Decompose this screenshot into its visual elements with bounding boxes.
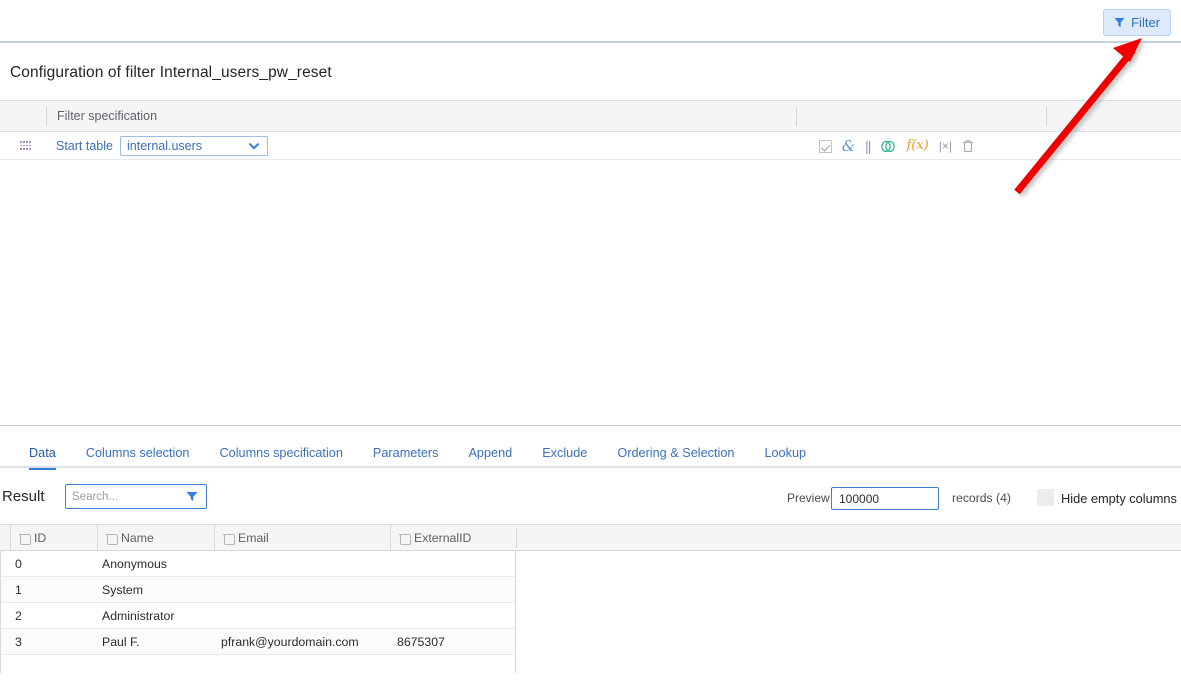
table-footer-spacer bbox=[0, 655, 516, 673]
cell-name: Anonymous bbox=[102, 551, 167, 577]
search-input[interactable]: Search... bbox=[65, 484, 207, 509]
tab-bar: Data Columns selection Columns specifica… bbox=[0, 438, 1181, 468]
header-divider-3 bbox=[1046, 107, 1047, 126]
cell-id: 0 bbox=[15, 551, 22, 577]
funnel-icon bbox=[1114, 17, 1125, 28]
drag-handle-icon[interactable] bbox=[20, 141, 31, 151]
result-grid: ID Name Email ExternalID 0 Anonymous 1 bbox=[0, 524, 1181, 681]
column-header-label: ExternalID bbox=[414, 531, 471, 545]
tab-label: Columns specification bbox=[219, 446, 342, 460]
filter-specification-header: Filter specification bbox=[0, 101, 1181, 132]
table-row[interactable]: 0 Anonymous bbox=[0, 551, 516, 577]
column-header-label: Email bbox=[238, 531, 269, 545]
link-icon[interactable] bbox=[880, 140, 896, 153]
result-title: Result bbox=[2, 488, 45, 505]
tab-label: Ordering & Selection bbox=[617, 446, 734, 460]
tab-lookup[interactable]: Lookup bbox=[749, 438, 821, 468]
table-row[interactable]: 1 System bbox=[0, 577, 516, 603]
trash-icon[interactable] bbox=[107, 533, 116, 544]
search-placeholder: Search... bbox=[72, 491, 118, 503]
cell-externalid: 8675307 bbox=[397, 629, 445, 655]
column-header-email[interactable]: Email bbox=[214, 525, 390, 551]
hide-empty-columns-label: Hide empty columns bbox=[1061, 491, 1177, 506]
tab-columns-selection[interactable]: Columns selection bbox=[71, 438, 205, 468]
preview-value: 100000 bbox=[839, 492, 879, 506]
row-tools: & || f(x) |×| bbox=[819, 132, 974, 160]
cell-id: 3 bbox=[15, 629, 22, 655]
filter-button[interactable]: Filter bbox=[1103, 9, 1171, 36]
trash-icon[interactable] bbox=[20, 533, 29, 544]
tab-data[interactable]: Data bbox=[14, 438, 71, 468]
trash-icon[interactable] bbox=[400, 533, 409, 544]
trash-icon[interactable] bbox=[224, 533, 233, 544]
tab-parameters[interactable]: Parameters bbox=[358, 438, 454, 468]
header-divider-2 bbox=[796, 107, 797, 126]
tab-columns-specification[interactable]: Columns specification bbox=[204, 438, 357, 468]
tab-label: Columns selection bbox=[86, 446, 190, 460]
records-count-label: records (4) bbox=[952, 491, 1011, 505]
tab-label: Exclude bbox=[542, 446, 587, 460]
cell-name: Paul F. bbox=[102, 629, 140, 655]
cell-id: 1 bbox=[15, 577, 22, 603]
table-row[interactable]: 2 Administrator bbox=[0, 603, 516, 629]
filter-specification-header-label: Filter specification bbox=[57, 109, 157, 123]
start-table-select[interactable]: internal.users bbox=[120, 136, 268, 156]
start-table-select-value: internal.users bbox=[127, 139, 202, 153]
filter-configuration-page: Filter Configuration of filter Internal_… bbox=[0, 0, 1181, 681]
start-table-row: Start table internal.users & || f(x) bbox=[0, 132, 1181, 160]
filter-dropdown-icon[interactable] bbox=[185, 489, 199, 503]
preview-label: Preview bbox=[787, 491, 830, 505]
filter-button-label: Filter bbox=[1131, 15, 1160, 30]
cell-email: pfrank@yourdomain.com bbox=[221, 629, 359, 655]
top-toolbar: Filter bbox=[0, 0, 1181, 43]
checkbox-icon[interactable] bbox=[819, 140, 832, 153]
cell-name: System bbox=[102, 577, 143, 603]
cell-name: Administrator bbox=[102, 603, 174, 629]
cell-id: 2 bbox=[15, 603, 22, 629]
delete-icon[interactable] bbox=[962, 139, 974, 153]
result-grid-header: ID Name Email ExternalID bbox=[0, 525, 1181, 551]
column-header-divider-end bbox=[516, 529, 517, 548]
column-header-name[interactable]: Name bbox=[97, 525, 214, 551]
tab-ordering-selection[interactable]: Ordering & Selection bbox=[602, 438, 749, 468]
column-header-externalid[interactable]: ExternalID bbox=[390, 525, 516, 551]
page-title: Configuration of filter Internal_users_p… bbox=[10, 64, 332, 82]
hide-empty-columns-checkbox[interactable] bbox=[1037, 489, 1054, 506]
column-header-id[interactable]: ID bbox=[10, 525, 97, 551]
tab-label: Lookup bbox=[764, 446, 806, 460]
table-row[interactable]: 3 Paul F. pfrank@yourdomain.com 8675307 bbox=[0, 629, 516, 655]
tab-label: Parameters bbox=[373, 446, 439, 460]
header-divider-1 bbox=[46, 107, 47, 126]
preview-input[interactable]: 100000 bbox=[831, 487, 939, 510]
column-header-label: Name bbox=[121, 531, 154, 545]
tab-append[interactable]: Append bbox=[453, 438, 527, 468]
tab-label: Append bbox=[468, 446, 512, 460]
filter-specification-panel: Filter specification Start table interna… bbox=[0, 100, 1181, 426]
start-table-label: Start table bbox=[56, 139, 113, 153]
tab-label: Data bbox=[29, 446, 56, 460]
chevron-down-icon bbox=[248, 140, 260, 155]
tab-exclude[interactable]: Exclude bbox=[527, 438, 602, 468]
column-header-label: ID bbox=[34, 531, 46, 545]
